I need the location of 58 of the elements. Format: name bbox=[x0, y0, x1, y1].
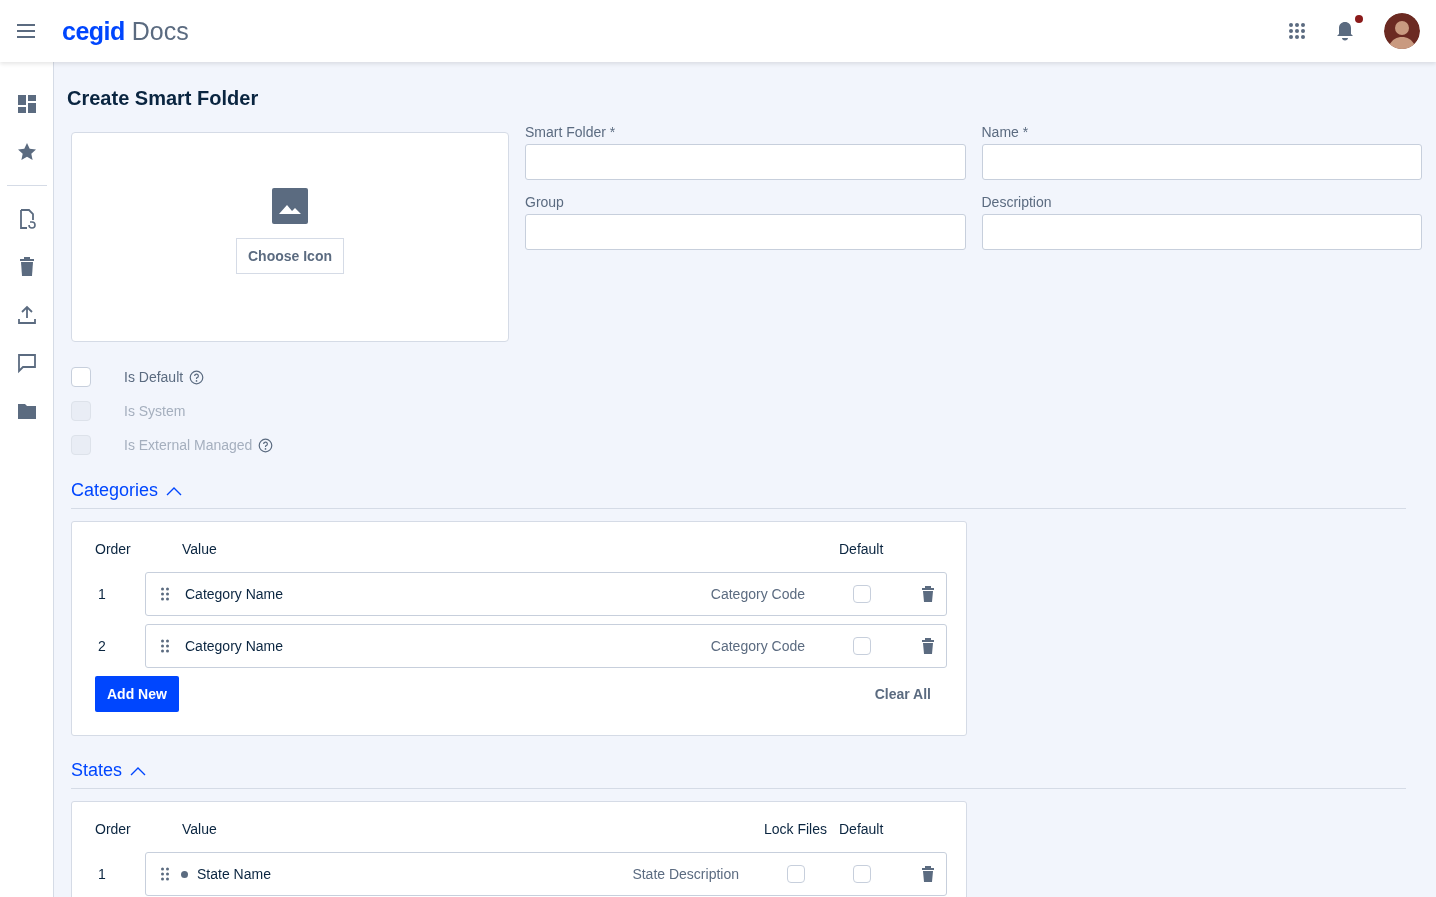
state-description: State Description bbox=[632, 866, 739, 882]
category-name: Category Name bbox=[185, 586, 285, 602]
text-input-field[interactable] bbox=[981, 144, 1422, 180]
dashboard-icon[interactable] bbox=[15, 93, 38, 115]
help-icon[interactable] bbox=[189, 369, 205, 385]
text-input-field[interactable] bbox=[981, 214, 1422, 250]
category-code: Category Code bbox=[710, 638, 805, 654]
column-header: Order bbox=[95, 820, 132, 837]
option-label: Is System bbox=[124, 403, 186, 419]
add-new-button[interactable]: Add New bbox=[95, 676, 179, 712]
product-name: Docs bbox=[131, 16, 189, 46]
column-header: Value bbox=[182, 820, 218, 837]
star-icon[interactable] bbox=[15, 141, 38, 163]
notifications-bell-icon[interactable] bbox=[1336, 21, 1354, 41]
chevron-up-icon bbox=[166, 485, 183, 496]
upload-icon[interactable] bbox=[15, 304, 38, 326]
user-avatar[interactable] bbox=[1384, 13, 1420, 49]
clear-all-button[interactable]: Clear All bbox=[874, 686, 931, 702]
state-name: State Name bbox=[197, 866, 272, 882]
column-header: Value bbox=[182, 540, 218, 557]
field-label: Description bbox=[981, 194, 1053, 210]
brand-logo[interactable]: cegid bbox=[62, 16, 125, 46]
categories-section-toggle[interactable]: Categories bbox=[71, 480, 183, 501]
delete-icon[interactable] bbox=[921, 586, 935, 602]
chevron-up-icon bbox=[130, 765, 147, 776]
option-label: Is Default bbox=[124, 369, 184, 385]
drag-handle-icon[interactable] bbox=[161, 639, 169, 653]
column-header: Default bbox=[839, 540, 885, 557]
category-name: Category Name bbox=[185, 638, 285, 654]
choose-icon-button[interactable]: Choose Icon bbox=[236, 238, 344, 274]
option-label: Is External Managed bbox=[124, 437, 253, 453]
comment-icon[interactable] bbox=[15, 352, 38, 374]
image-icon bbox=[272, 188, 308, 224]
order-number: 2 bbox=[97, 638, 107, 654]
default-checkbox[interactable] bbox=[853, 865, 871, 883]
delete-icon[interactable] bbox=[921, 866, 935, 882]
apps-grid-icon[interactable] bbox=[1288, 22, 1306, 40]
category-code: Category Code bbox=[710, 586, 805, 602]
drag-handle-icon[interactable] bbox=[161, 867, 169, 881]
field-label: Smart Folder * bbox=[525, 124, 617, 140]
column-header: Default bbox=[839, 820, 885, 837]
column-header: Order bbox=[95, 540, 132, 557]
menu-icon[interactable] bbox=[16, 24, 36, 38]
delete-icon[interactable] bbox=[921, 638, 935, 654]
checkbox[interactable] bbox=[71, 367, 91, 387]
order-number: 1 bbox=[97, 586, 107, 602]
field-label: Group bbox=[525, 194, 565, 210]
states-section-toggle[interactable]: States bbox=[71, 760, 147, 781]
text-input-field[interactable] bbox=[525, 144, 966, 180]
column-header: Lock Files bbox=[764, 820, 829, 837]
order-number: 1 bbox=[97, 866, 107, 882]
lock-files-checkbox[interactable] bbox=[787, 865, 805, 883]
default-checkbox[interactable] bbox=[853, 637, 871, 655]
text-input-field[interactable] bbox=[525, 214, 966, 250]
field-label: Name * bbox=[981, 124, 1030, 140]
drag-handle-icon[interactable] bbox=[161, 587, 169, 601]
default-checkbox[interactable] bbox=[853, 585, 871, 603]
page-title: Create Smart Folder bbox=[67, 87, 260, 110]
